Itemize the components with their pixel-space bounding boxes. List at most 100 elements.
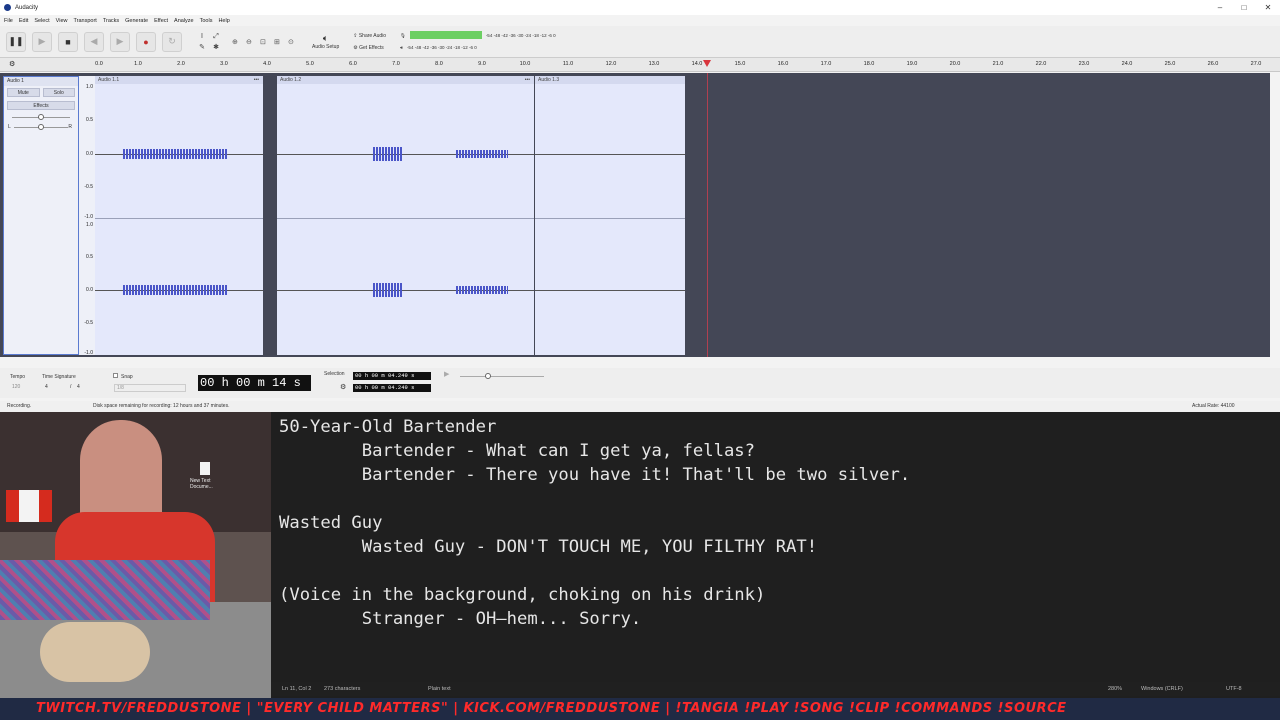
channel-separator xyxy=(95,218,263,219)
get-effects-button[interactable]: ⚙ Get Effects xyxy=(353,42,386,54)
minimize-icon[interactable]: – xyxy=(1208,3,1232,12)
clip-header[interactable]: Audio 1.1 ••• xyxy=(95,76,263,84)
encoding[interactable]: UTF-8 xyxy=(1226,682,1242,696)
track-control-panel: Audio 1 Mute Solo Effects L R xyxy=(3,76,79,355)
close-icon[interactable]: ✕ xyxy=(1256,3,1280,12)
play-button[interactable]: ▶ xyxy=(32,31,52,52)
clip-menu-icon[interactable]: ••• xyxy=(525,76,530,84)
snap-select[interactable]: 1/8 xyxy=(114,384,186,392)
pan-left-label: L xyxy=(8,124,11,130)
axis-label: 0.0 xyxy=(86,151,93,157)
pause-button[interactable]: ❚❚ xyxy=(6,31,26,52)
knit-blanket xyxy=(0,560,210,620)
playhead-marker[interactable] xyxy=(703,60,711,67)
channel-centerline xyxy=(535,290,685,291)
draw-tool-icon[interactable]: ✎ xyxy=(196,43,208,51)
selection-tool-icon[interactable]: I xyxy=(196,33,208,41)
envelope-tool-icon[interactable]: ⤢ xyxy=(210,33,222,41)
menu-tools[interactable]: Tools xyxy=(200,18,213,24)
clip-title: Audio 1.1 xyxy=(98,77,120,83)
play-speed-slider[interactable] xyxy=(460,376,544,377)
audacity-window: Audacity – □ ✕ File Edit Select View Tra… xyxy=(0,0,1280,412)
line-endings[interactable]: Windows (CRLF) xyxy=(1141,682,1183,696)
effects-button[interactable]: Effects xyxy=(7,101,75,110)
clip-header[interactable]: Audio 1.2 ••• xyxy=(277,76,534,84)
mute-button[interactable]: Mute xyxy=(7,88,40,97)
pan-thumb[interactable] xyxy=(38,124,44,130)
menu-edit[interactable]: Edit xyxy=(19,18,28,24)
menu-transport[interactable]: Transport xyxy=(73,18,96,24)
time-signature-numerator[interactable]: 4 xyxy=(45,384,48,390)
menu-analyze[interactable]: Analyze xyxy=(174,18,194,24)
axis-label: 0.5 xyxy=(86,254,93,260)
fit-selection-icon[interactable]: ⊡ xyxy=(260,38,272,46)
share-audio-button[interactable]: ⇪ Share Audio xyxy=(353,30,386,42)
skip-end-button[interactable]: ▶ xyxy=(110,31,130,52)
ruler-tick: 23.0 xyxy=(1078,61,1090,67)
editor-line: Wasted Guy - DON'T TOUCH ME, YOU FILTHY … xyxy=(279,537,818,557)
gain-thumb[interactable] xyxy=(38,114,44,120)
menu-view[interactable]: View xyxy=(56,18,68,24)
axis-label: 1.0 xyxy=(86,222,93,228)
waveform xyxy=(456,286,508,294)
ruler-tick: 2.0 xyxy=(177,61,185,67)
ruler-tick: 21.0 xyxy=(992,61,1004,67)
clip-title: Audio 1.2 xyxy=(280,77,302,83)
menu-generate[interactable]: Generate xyxy=(125,18,148,24)
selection-settings-icon[interactable]: ⚙ xyxy=(340,383,346,391)
playback-meter[interactable]: 🔊︎ -54 -48 -42 -36 -30 -24 -18 -12 -6 0 xyxy=(400,42,556,54)
selection-end[interactable]: 00 h 00 m 04.249 s xyxy=(353,384,431,392)
time-signature-denominator[interactable]: 4 xyxy=(77,384,80,390)
zoom-level[interactable]: 280% xyxy=(1108,682,1122,696)
webcam-overlay: New Text Docume... xyxy=(0,412,271,698)
ruler-tick: 24.0 xyxy=(1121,61,1133,67)
menu-select[interactable]: Select xyxy=(34,18,49,24)
zoom-in-icon[interactable]: ⊕ xyxy=(232,38,244,46)
play-at-speed-icon[interactable]: ▶ xyxy=(444,370,449,378)
ruler-tick: 25.0 xyxy=(1164,61,1176,67)
share-group: ⇪ Share Audio ⚙ Get Effects xyxy=(353,30,386,54)
waveform xyxy=(123,285,227,295)
file-format[interactable]: Plain text xyxy=(428,682,451,696)
skip-start-button[interactable]: ◀ xyxy=(84,31,104,52)
timeline-ruler[interactable]: ⚙ 0.0 1.0 2.0 3.0 4.0 5.0 6.0 7.0 8.0 9.… xyxy=(0,58,1280,72)
track-name[interactable]: Audio 1 xyxy=(4,77,78,86)
ruler-tick: 7.0 xyxy=(392,61,400,67)
menu-tracks[interactable]: Tracks xyxy=(103,18,119,24)
time-display[interactable]: 00 h 00 m 14 s xyxy=(198,375,311,391)
ruler-tick: 3.0 xyxy=(220,61,228,67)
snap-checkbox[interactable] xyxy=(113,373,118,378)
recording-meter[interactable]: 🎙︎ -54 -48 -42 -36 -30 -24 -18 -12 -6 0 xyxy=(400,30,556,42)
menu-file[interactable]: File xyxy=(4,18,13,24)
fit-project-icon[interactable]: ⊞ xyxy=(274,38,286,46)
record-button[interactable]: ● xyxy=(136,31,156,52)
loop-button[interactable]: ↻ xyxy=(162,31,182,52)
track-area[interactable]: Audio 1 Mute Solo Effects L R 1.0 0.5 0.… xyxy=(0,73,1270,357)
audio-setup-button[interactable]: 🔈︎ Audio Setup xyxy=(312,33,339,50)
stop-button[interactable]: ■ xyxy=(58,31,78,52)
selection-start[interactable]: 00 h 00 m 04.249 s xyxy=(353,372,431,380)
solo-button[interactable]: Solo xyxy=(42,88,75,97)
multi-tool-icon[interactable]: ✱ xyxy=(210,43,222,51)
editor-line: (Voice in the background, choking on his… xyxy=(279,585,766,605)
speaker-icon: 🔈︎ xyxy=(322,33,329,43)
clip-title: Audio 1.3 xyxy=(538,77,560,83)
audio-clip[interactable]: Audio 1.1 ••• xyxy=(95,76,263,355)
ruler-tick: 16.0 xyxy=(777,61,789,67)
play-speed-thumb[interactable] xyxy=(485,373,491,379)
ruler-gear-icon[interactable]: ⚙ xyxy=(9,60,15,68)
ruler-tick: 22.0 xyxy=(1035,61,1047,67)
audio-clip[interactable]: Audio 1.3 xyxy=(535,76,685,355)
clip-header[interactable]: Audio 1.3 xyxy=(535,76,685,84)
menu-effect[interactable]: Effect xyxy=(154,18,168,24)
cursor-position[interactable]: Ln 11, Col 2 xyxy=(282,682,311,696)
menu-help[interactable]: Help xyxy=(218,18,229,24)
clip-menu-icon[interactable]: ••• xyxy=(254,76,259,84)
zoom-toggle-icon[interactable]: ⊙ xyxy=(288,38,300,46)
recording-meter-level xyxy=(409,31,482,40)
maximize-icon[interactable]: □ xyxy=(1232,3,1256,12)
tempo-value[interactable]: 120 xyxy=(12,384,20,390)
zoom-out-icon[interactable]: ⊖ xyxy=(246,38,258,46)
text-editor[interactable]: 50-Year-Old Bartender Bartender - What c… xyxy=(271,412,1280,680)
audio-clip[interactable]: Audio 1.2 ••• xyxy=(277,76,534,355)
